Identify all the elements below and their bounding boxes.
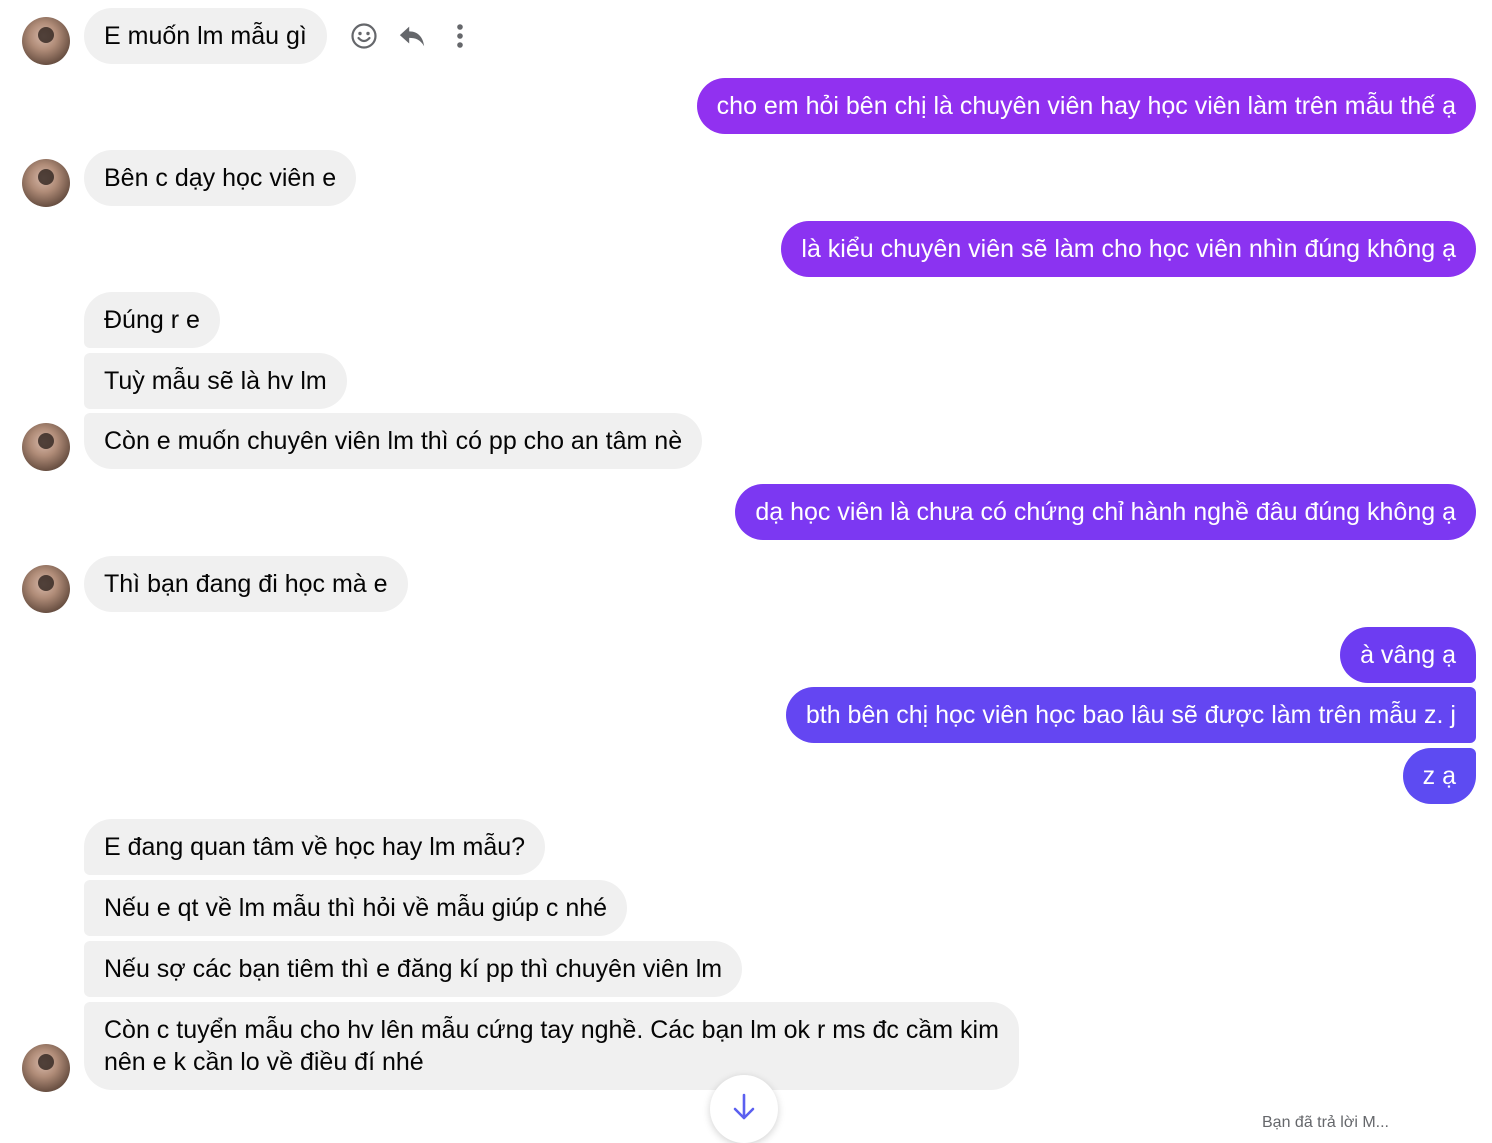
message-text: cho em hỏi bên chị là chuyên viên hay họ… bbox=[716, 92, 1456, 120]
message-bubble-incoming[interactable]: Còn e muốn chuyên viên lm thì có pp cho … bbox=[84, 413, 703, 469]
avatar[interactable] bbox=[22, 17, 70, 65]
message-text: Tuỳ mẫu sẽ là hv lm bbox=[104, 367, 327, 395]
message-text: Nếu sợ các bạn tiêm thì e đăng kí pp thì… bbox=[104, 955, 723, 983]
message-bubble-outgoing[interactable]: bth bên chị học viên học bao lâu sẽ được… bbox=[785, 687, 1476, 743]
message-bubble-incoming[interactable]: E muốn lm mẫu gì bbox=[84, 8, 327, 64]
message-bubble-incoming[interactable]: Đúng r e bbox=[84, 292, 220, 348]
message-text: à vâng ạ bbox=[1360, 641, 1456, 669]
message-bubble-outgoing[interactable]: à vâng ạ bbox=[1340, 627, 1476, 683]
message-text: z ạ bbox=[1422, 762, 1456, 790]
avatar[interactable] bbox=[22, 159, 70, 207]
message-text: dạ học viên là chưa có chứng chỉ hành ng… bbox=[755, 498, 1456, 526]
reply-status-note: Bạn đã trả lời M... bbox=[1262, 1114, 1389, 1131]
message-text: bth bên chị học viên học bao lâu sẽ được… bbox=[805, 701, 1456, 729]
message-text: Bên c dạy học viên e bbox=[104, 164, 337, 192]
message-text: Còn c tuyển mẫu cho hv lên mẫu cứng tay … bbox=[104, 1016, 999, 1044]
avatar[interactable] bbox=[22, 565, 70, 613]
message-bubble-incoming[interactable]: E đang quan tâm về học hay lm mẫu? bbox=[84, 819, 546, 875]
message-bubble-outgoing[interactable]: dạ học viên là chưa có chứng chỉ hành ng… bbox=[735, 484, 1476, 540]
message-text: Đúng r e bbox=[104, 306, 200, 334]
message-actions bbox=[350, 14, 474, 58]
message-text: E đang quan tâm về học hay lm mẫu? bbox=[104, 833, 526, 861]
reply-arrow-icon[interactable] bbox=[398, 22, 426, 50]
message-bubble-incoming[interactable]: Nếu sợ các bạn tiêm thì e đăng kí pp thì… bbox=[84, 941, 743, 997]
avatar[interactable] bbox=[22, 1044, 70, 1092]
message-bubble-incoming[interactable]: Nếu e qt về lm mẫu thì hỏi về mẫu giúp c… bbox=[84, 880, 628, 936]
message-text: nên e k cần lo về điều đí nhé bbox=[104, 1048, 424, 1076]
message-text: Còn e muốn chuyên viên lm thì có pp cho … bbox=[104, 427, 683, 455]
message-bubble-incoming[interactable]: Tuỳ mẫu sẽ là hv lm bbox=[84, 353, 347, 409]
arrow-down-icon bbox=[731, 1092, 757, 1127]
scroll-to-bottom-button[interactable] bbox=[710, 1075, 778, 1143]
message-bubble-outgoing[interactable]: là kiểu chuyên viên sẽ làm cho học viên … bbox=[781, 221, 1476, 277]
message-text: là kiểu chuyên viên sẽ làm cho học viên … bbox=[801, 235, 1456, 263]
more-vertical-icon[interactable] bbox=[446, 22, 474, 50]
smile-icon[interactable] bbox=[350, 22, 378, 50]
message-text: Nếu e qt về lm mẫu thì hỏi về mẫu giúp c… bbox=[104, 894, 608, 922]
message-text: E muốn lm mẫu gì bbox=[104, 22, 307, 50]
message-bubble-incoming[interactable]: Thì bạn đang đi học mà e bbox=[84, 556, 408, 612]
avatar[interactable] bbox=[22, 423, 70, 471]
message-text: Thì bạn đang đi học mà e bbox=[104, 570, 388, 598]
message-bubble-outgoing[interactable]: z ạ bbox=[1402, 748, 1476, 804]
message-bubble-outgoing[interactable]: cho em hỏi bên chị là chuyên viên hay họ… bbox=[696, 78, 1476, 134]
message-bubble-incoming[interactable]: Bên c dạy học viên e bbox=[84, 150, 357, 206]
message-bubble-incoming[interactable]: Còn c tuyển mẫu cho hv lên mẫu cứng tay … bbox=[84, 1002, 1019, 1090]
